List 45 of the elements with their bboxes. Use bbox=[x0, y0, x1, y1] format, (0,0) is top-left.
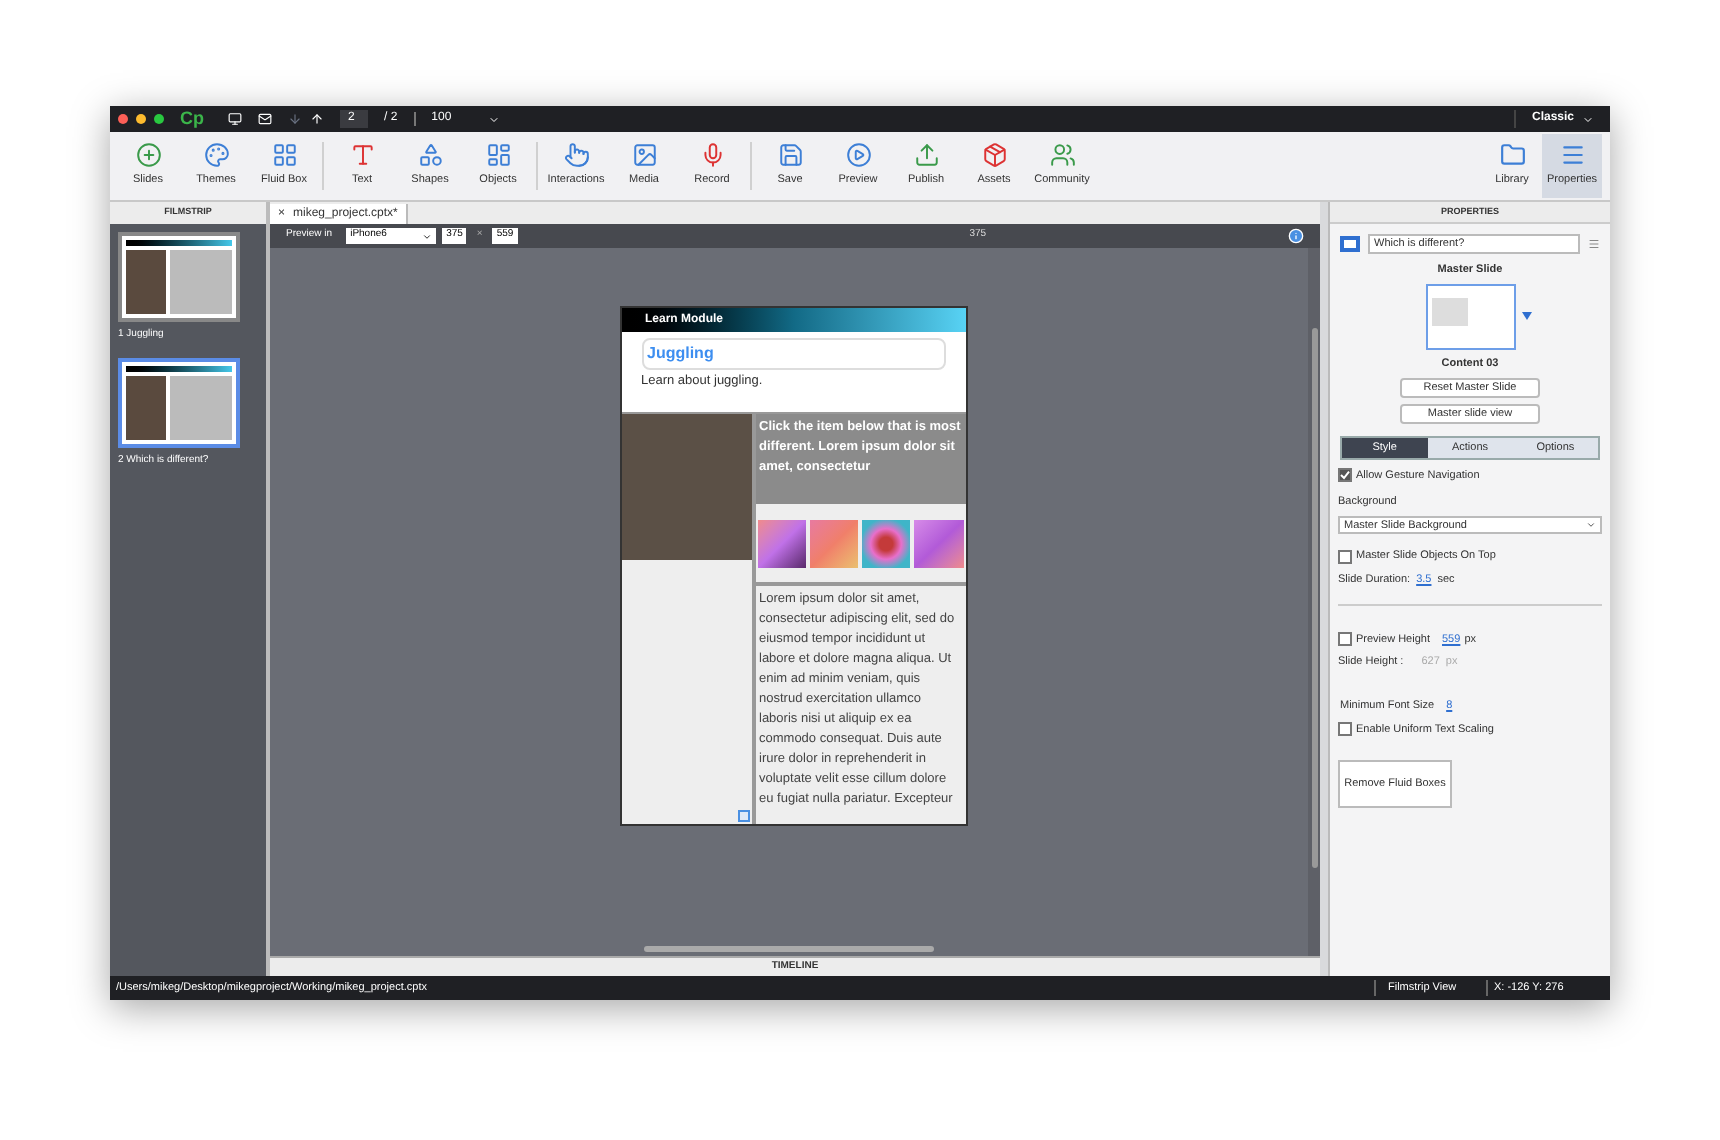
upload-icon bbox=[913, 142, 939, 169]
pattern-thumbnail[interactable] bbox=[862, 519, 911, 567]
app-logo: Cp bbox=[180, 105, 204, 132]
shapes-icon bbox=[417, 142, 443, 169]
pattern-thumbnail[interactable] bbox=[914, 519, 963, 567]
monitor-icon[interactable] bbox=[228, 112, 242, 126]
caret-icon bbox=[487, 113, 500, 125]
menu-icon[interactable] bbox=[1588, 238, 1600, 251]
slide-title: Juggling bbox=[641, 338, 945, 370]
plus-circle-icon bbox=[135, 142, 161, 169]
checkbox[interactable] bbox=[1338, 468, 1352, 483]
horizontal-scrollbar[interactable] bbox=[644, 945, 934, 951]
palette-icon bbox=[203, 142, 229, 169]
arrow-up-icon[interactable] bbox=[310, 112, 324, 126]
slide-icon bbox=[1340, 236, 1360, 253]
grid-icon bbox=[271, 142, 297, 169]
menu-icon bbox=[1559, 142, 1585, 169]
slide-thumbnail[interactable] bbox=[118, 357, 240, 447]
slide-thumbnail[interactable] bbox=[118, 232, 240, 322]
people-icon bbox=[1049, 142, 1075, 169]
folder-icon bbox=[1499, 142, 1525, 169]
anchor-icon[interactable] bbox=[737, 810, 749, 822]
dropdown-triangle-icon[interactable] bbox=[1521, 312, 1531, 320]
package-icon bbox=[981, 142, 1007, 169]
caret-icon bbox=[1586, 520, 1596, 531]
check-icon bbox=[1340, 470, 1350, 481]
pointer-icon bbox=[563, 142, 589, 169]
master-slide-thumbnail[interactable] bbox=[1425, 283, 1515, 349]
caret-icon bbox=[1582, 113, 1594, 125]
caret-icon bbox=[422, 231, 433, 241]
pattern-thumbnail[interactable] bbox=[809, 519, 858, 567]
objects-icon bbox=[485, 142, 511, 169]
microphone-icon bbox=[699, 142, 725, 169]
play-icon bbox=[845, 142, 871, 169]
pattern-thumbnail[interactable] bbox=[757, 519, 806, 567]
text-icon bbox=[349, 142, 375, 169]
save-icon bbox=[777, 142, 803, 169]
checkbox[interactable] bbox=[1338, 549, 1352, 564]
mail-icon[interactable] bbox=[258, 112, 272, 126]
checkbox[interactable] bbox=[1338, 722, 1352, 737]
checkbox[interactable] bbox=[1338, 632, 1352, 647]
vertical-scrollbar[interactable] bbox=[1311, 328, 1317, 868]
image-icon bbox=[631, 142, 657, 169]
arrow-down-icon[interactable] bbox=[288, 112, 302, 126]
info-icon[interactable] bbox=[1288, 228, 1304, 244]
